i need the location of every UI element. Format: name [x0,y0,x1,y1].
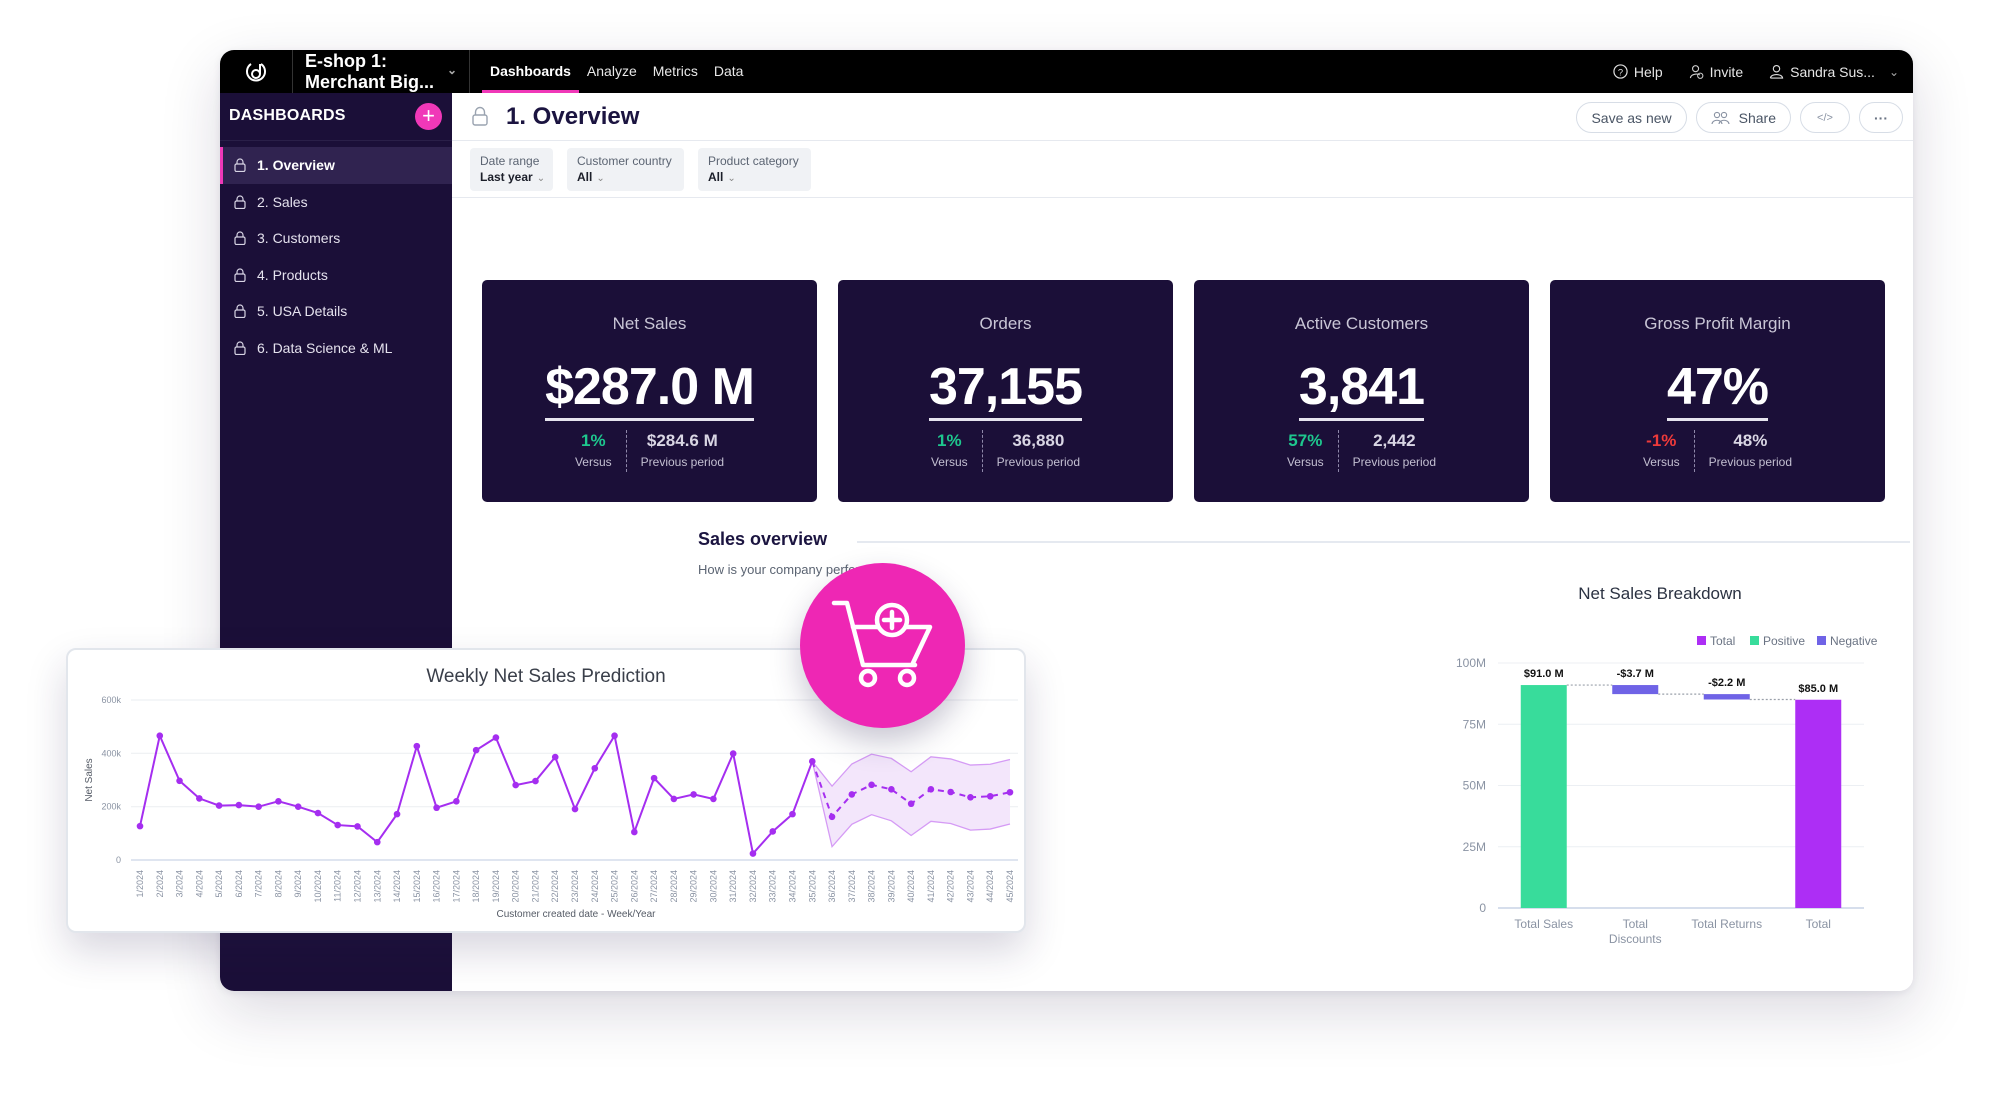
forecast-data-point [1006,788,1014,796]
weekly-net-sales-prediction-chart: 0 200k 400k 600k Net Sales 1/2024 2/2024 3/2024… [84,695,1018,920]
actual-data-point [294,803,302,810]
x-tick-label: 9/2024 [293,870,303,898]
x-tick-label: 31/2024 [728,870,738,903]
x-tick-label: 45/2024 [1005,870,1015,903]
actual-data-point [156,732,164,740]
x-tick-label: 7/2024 [254,870,264,898]
actual-data-point [650,774,658,782]
x-axis-label: Customer created date - Week/Year [497,909,657,920]
actual-data-point [393,810,401,818]
cart-plus-icon [831,600,933,688]
actual-data-point [472,746,480,754]
x-tick-label: 17/2024 [451,870,461,903]
actual-data-point [591,764,599,772]
actual-data-point [571,805,579,813]
x-tick-label: 38/2024 [867,870,877,903]
x-tick-label: 35/2024 [807,870,817,903]
x-tick-label: 30/2024 [708,870,718,903]
actual-data-point [611,732,618,740]
y-axis-label: Net Sales [84,758,95,801]
y-tick-label: 400k [101,748,121,758]
actual-data-point [789,810,796,818]
actual-data-point [334,821,342,829]
actual-data-point [433,804,440,812]
x-tick-label: 24/2024 [590,870,600,903]
x-tick-label: 12/2024 [353,870,363,903]
x-tick-label: 16/2024 [432,870,442,903]
actual-data-point [729,750,737,757]
forecast-data-point [828,813,836,821]
x-tick-label: 5/2024 [214,870,224,898]
x-tick-label: 43/2024 [965,870,975,903]
actual-data-point [670,795,678,803]
actual-data-point [749,850,757,857]
actual-data-point [551,753,559,761]
actual-data-point [354,823,361,830]
x-tick-label: 40/2024 [906,870,916,903]
x-tick-label: 39/2024 [886,870,896,903]
x-tick-label: 37/2024 [847,870,857,903]
cart-badge [800,563,965,728]
x-tick-label: 10/2024 [313,870,323,903]
x-tick-label: 14/2024 [392,870,402,903]
x-tick-label: 36/2024 [827,870,837,903]
x-tick-label: 41/2024 [926,870,936,903]
x-tick-label: 22/2024 [550,870,560,903]
actual-data-point [512,781,519,789]
actual-data-point [373,838,381,846]
x-tick-label: 8/2024 [273,870,283,898]
actual-data-point [235,801,243,809]
actual-data-point [453,798,460,805]
actual-data-point [176,777,183,785]
x-tick-label: 19/2024 [491,870,501,903]
forecast-data-point [868,781,875,789]
x-tick-label: 42/2024 [946,870,956,903]
actual-data-point [631,828,638,836]
x-tick-label: 29/2024 [689,870,699,903]
y-tick-label: 200k [101,802,121,812]
x-tick-label: 1/2024 [135,870,145,898]
actual-data-point [215,802,223,809]
forecast-data-point [927,786,935,793]
x-tick-label: 15/2024 [412,870,422,903]
actual-data-point [532,777,539,785]
actual-data-point [275,798,282,805]
actual-data-point [769,828,777,835]
x-tick-label: 34/2024 [788,870,798,903]
x-tick-label: 13/2024 [372,870,382,903]
x-tick-label: 26/2024 [629,870,639,903]
y-tick-label: 0 [116,855,121,865]
actual-data-point [136,822,144,830]
x-tick-label: 3/2024 [175,870,185,898]
actual-data-point [196,795,203,802]
x-tick-label: 44/2024 [985,870,995,903]
x-tick-label: 6/2024 [234,870,244,898]
x-tick-label: 21/2024 [530,870,540,903]
actual-data-point [255,803,262,810]
x-tick-label: 4/2024 [194,870,204,898]
y-tick-label: 600k [101,695,121,705]
forecast-data-point [947,788,954,796]
actual-data-point [690,791,697,798]
x-tick-label: 23/2024 [570,870,580,903]
x-tick-label: 27/2024 [649,870,659,903]
actual-data-point [492,734,500,741]
actual-data-point [314,809,322,817]
x-tick-label: 25/2024 [610,870,620,903]
forecast-data-point [848,791,856,798]
forecast-data-point [907,800,915,808]
actual-data-point [710,795,717,803]
forecast-band [812,754,1010,847]
x-tick-label: 33/2024 [768,870,778,903]
x-tick-label: 28/2024 [669,870,679,903]
forecast-data-point [967,794,974,801]
x-tick-label: 11/2024 [333,870,343,902]
x-tick-label: 32/2024 [748,870,758,903]
actual-data-point [413,742,421,750]
x-tick-label: 18/2024 [471,870,481,903]
x-tick-label: 20/2024 [511,870,521,903]
forecast-data-point [986,792,994,800]
forecast-data-point [888,786,895,793]
x-tick-label: 2/2024 [155,870,165,898]
